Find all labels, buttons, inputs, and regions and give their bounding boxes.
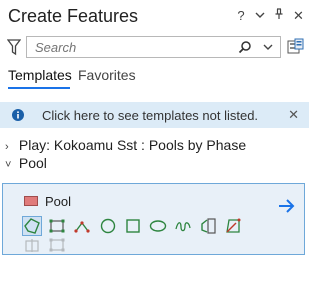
info-message[interactable]: Click here to see templates not listed.	[42, 108, 258, 123]
right-angle-tool[interactable]	[73, 217, 91, 235]
options-dropdown-button[interactable]	[255, 8, 265, 24]
rectangle-icon	[49, 219, 65, 233]
trace-polygon-tool[interactable]	[224, 217, 242, 235]
info-icon	[12, 109, 24, 121]
group-label: Pool	[18, 155, 47, 171]
split-polygon-icon	[25, 239, 39, 252]
filter-icon[interactable]	[7, 38, 21, 56]
group-label: Play: Kokoamu Sst : Pools by Phase	[18, 137, 247, 153]
info-bar[interactable]: Click here to see templates not listed. …	[0, 102, 309, 128]
chevron-right-icon: ›	[5, 141, 9, 153]
title-bar: Create Features ? ✕	[0, 0, 309, 34]
feature-template-pool[interactable]: Pool	[2, 183, 305, 255]
circle-icon	[100, 218, 116, 234]
help-button[interactable]: ?	[236, 8, 246, 24]
fill-polygon-icon	[49, 238, 65, 252]
search-icon[interactable]	[238, 40, 252, 54]
split-polygon-tool[interactable]	[23, 236, 41, 254]
polygon-icon	[24, 218, 40, 234]
arrow-right-icon[interactable]	[278, 198, 296, 214]
pane-title: Create Features	[8, 6, 139, 26]
ellipse-icon	[149, 220, 167, 232]
trace-polygon-icon	[226, 218, 241, 233]
ellipse-tool[interactable]	[149, 217, 167, 235]
symbol-swatch	[24, 196, 38, 206]
square-tool[interactable]	[124, 217, 142, 235]
freehand-tool[interactable]	[174, 217, 192, 235]
pin-icon	[275, 8, 283, 19]
chevron-down-icon: ˅	[5, 159, 12, 171]
autocomplete-polygon-icon	[201, 218, 216, 234]
group-pool[interactable]: ˅ Pool	[5, 155, 47, 171]
tab-templates[interactable]: Templates	[8, 67, 72, 83]
tab-favorites[interactable]: Favorites	[78, 67, 136, 83]
chevron-down-icon[interactable]	[263, 42, 273, 52]
autocomplete-polygon-tool[interactable]	[199, 217, 217, 235]
chevron-down-icon	[255, 12, 265, 18]
search-box	[26, 36, 281, 58]
info-close-button[interactable]: ✕	[288, 107, 299, 123]
close-button[interactable]: ✕	[293, 8, 304, 24]
search-input[interactable]	[35, 39, 225, 55]
rectangle-tool[interactable]	[48, 217, 66, 235]
pin-button[interactable]	[274, 8, 284, 24]
polygon-tool[interactable]	[22, 216, 42, 236]
circle-tool[interactable]	[99, 217, 117, 235]
square-icon	[126, 219, 140, 233]
freehand-icon	[175, 222, 191, 232]
title-controls: ? ✕	[236, 8, 304, 24]
template-name: Pool	[45, 194, 72, 209]
right-angle-icon	[74, 221, 90, 233]
group-play-kokoamu[interactable]: › Play: Kokoamu Sst : Pools by Phase	[5, 137, 246, 153]
fill-polygon-tool[interactable]	[48, 236, 66, 254]
search-row	[7, 36, 305, 58]
active-tab-indicator	[8, 87, 70, 89]
manage-templates-icon[interactable]	[287, 38, 304, 55]
